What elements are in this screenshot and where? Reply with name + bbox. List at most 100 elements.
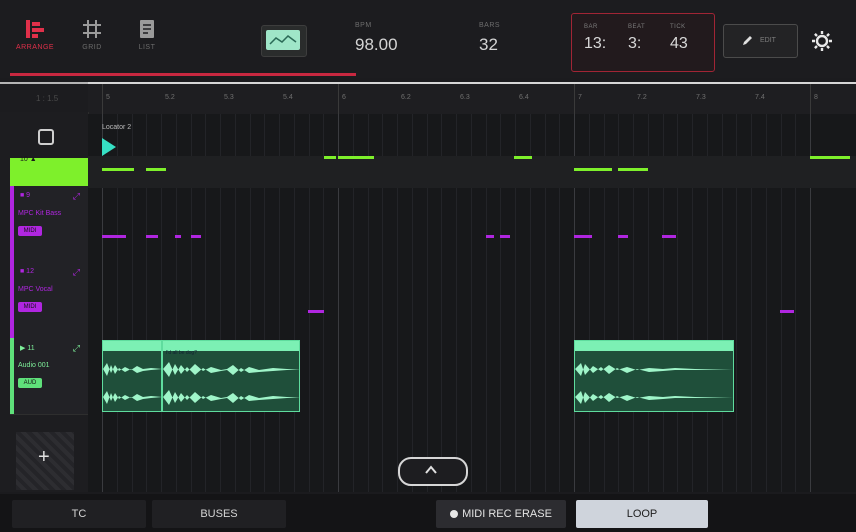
add-track-button[interactable]: +: [16, 432, 74, 490]
arrangement-grid[interactable]: Locator 2 I'd all be dog?: [88, 114, 856, 492]
bar-caption: BAR: [584, 24, 598, 30]
locator-toggle-icon[interactable]: [38, 129, 54, 145]
locator-flag-icon[interactable]: [102, 138, 116, 156]
track-number: ▶ 11: [20, 345, 35, 352]
waveform: [575, 363, 733, 404]
midi-rec-erase-button[interactable]: MIDI REC ERASE: [436, 500, 566, 528]
ruler-tick-label: 5.2: [165, 94, 175, 101]
midi-note[interactable]: [308, 310, 324, 313]
automation-icon: [269, 35, 297, 45]
loop-button[interactable]: LOOP: [576, 500, 708, 528]
tab-grid[interactable]: GRID: [67, 18, 117, 70]
ruler-tick-label: 6.2: [401, 94, 411, 101]
ruler-corner-label: 1 : 1.5: [36, 94, 59, 103]
gear-icon[interactable]: [811, 30, 833, 52]
midi-note[interactable]: [486, 235, 494, 238]
track-header-9[interactable]: ■ 9 ⤢ MPC Kit Bass MIDI: [10, 186, 88, 263]
ruler-tick-label: 7.3: [696, 94, 706, 101]
arrange-icon: [26, 20, 44, 38]
waveform: [163, 362, 299, 405]
ruler-tick-label: 6: [342, 94, 346, 101]
tick-value: 43: [670, 35, 688, 52]
bars-field[interactable]: BARS 32: [479, 22, 500, 55]
ruler-tick-label: 6.4: [519, 94, 529, 101]
chevron-up-icon: [425, 465, 437, 474]
bars-caption: BARS: [479, 22, 501, 29]
tc-button[interactable]: TC: [12, 500, 146, 528]
timeline-ruler[interactable]: 5 5.2 5.3 5.4 6 6.2 6.3 6.4 7 7.2 7.3 7.4 8: [88, 82, 856, 116]
tab-list-label: LIST: [138, 44, 156, 51]
midi-note[interactable]: [324, 156, 336, 159]
midi-note[interactable]: [810, 156, 850, 159]
record-icon: [450, 510, 459, 519]
link-icon[interactable]: ⤢: [73, 191, 80, 202]
waveform: [103, 363, 161, 404]
midi-note[interactable]: [618, 168, 648, 171]
midi-note[interactable]: [662, 235, 676, 238]
bpm-value: 98.00: [355, 35, 398, 54]
ruler-tick-label: 7: [578, 94, 582, 101]
bpm-caption: BPM: [355, 22, 372, 29]
tab-list[interactable]: LIST: [122, 18, 172, 70]
list-icon: [140, 20, 154, 38]
midi-note[interactable]: [146, 168, 166, 171]
clip-view-button[interactable]: [261, 25, 307, 57]
tab-grid-label: GRID: [82, 44, 102, 51]
top-bar: ARRANGE GRID LIST BPM 98.00 BARS 32 BAR …: [0, 0, 856, 78]
expand-panel-button[interactable]: [398, 457, 468, 486]
link-icon[interactable]: ⤢: [73, 343, 80, 354]
track-name: MPC Vocal: [18, 286, 53, 293]
midi-note[interactable]: [146, 235, 158, 238]
track-type-badge: AUD: [18, 378, 42, 388]
midi-rec-erase-label: MIDI REC ERASE: [462, 508, 552, 520]
lane-track-10: [88, 156, 856, 188]
track-number: 10 ▲: [20, 156, 37, 163]
track-header-12[interactable]: ■ 12 ⤢ MPC Vocal MIDI: [10, 262, 88, 339]
audio-clip[interactable]: I'd all be dog?: [162, 340, 300, 412]
edit-button[interactable]: EDIT: [723, 24, 798, 58]
audio-clip[interactable]: [574, 340, 734, 412]
ruler-tick-label: 7.4: [755, 94, 765, 101]
edit-label: EDIT: [760, 37, 776, 44]
ruler-tick-label: 8: [814, 94, 818, 101]
midi-note[interactable]: [514, 156, 532, 159]
midi-note[interactable]: [191, 235, 201, 238]
track-number: ■ 9: [20, 192, 31, 199]
track-header-10[interactable]: 10 ▲: [10, 156, 88, 187]
midi-note[interactable]: [618, 235, 628, 238]
plus-icon: +: [38, 446, 50, 468]
track-header-11[interactable]: ▶ 11 ⤢ Audio 001 AUD: [10, 338, 88, 415]
track-type-badge: MIDI: [18, 302, 42, 312]
track-type-badge: MIDI: [18, 226, 42, 236]
buses-button[interactable]: BUSES: [152, 500, 286, 528]
ruler-tick-label: 5.3: [224, 94, 234, 101]
pencil-icon: [743, 36, 752, 45]
tab-arrange[interactable]: ARRANGE: [10, 18, 60, 70]
link-icon[interactable]: ⤢: [73, 267, 80, 278]
tab-arrange-label: ARRANGE: [15, 44, 55, 51]
ruler-tick-label: 7.2: [637, 94, 647, 101]
ruler-bar-line: [574, 84, 575, 114]
audio-clip[interactable]: [102, 340, 162, 412]
midi-note[interactable]: [175, 235, 181, 238]
position-counter[interactable]: BAR 13: BEAT 3: TICK 43: [571, 13, 715, 72]
midi-note[interactable]: [574, 168, 612, 171]
midi-note[interactable]: [780, 310, 794, 313]
midi-note[interactable]: [102, 235, 126, 238]
active-tab-underline: [10, 73, 356, 76]
midi-note[interactable]: [338, 156, 374, 159]
ruler-tick-label: 5: [106, 94, 110, 101]
beat-value: 3:: [628, 35, 642, 52]
midi-note[interactable]: [500, 235, 510, 238]
ruler-bar-line: [102, 84, 103, 114]
ruler-tick-label: 5.4: [283, 94, 293, 101]
grid-icon: [83, 20, 101, 38]
tick-caption: TICK: [670, 24, 686, 30]
locator-label: Locator 2: [102, 124, 132, 131]
ruler-bar-line: [338, 84, 339, 114]
beat-caption: BEAT: [628, 24, 646, 30]
midi-note[interactable]: [102, 168, 134, 171]
bpm-field[interactable]: BPM 98.00: [355, 22, 398, 55]
midi-note[interactable]: [574, 235, 592, 238]
ruler-corner: 1 : 1.5: [0, 82, 88, 114]
